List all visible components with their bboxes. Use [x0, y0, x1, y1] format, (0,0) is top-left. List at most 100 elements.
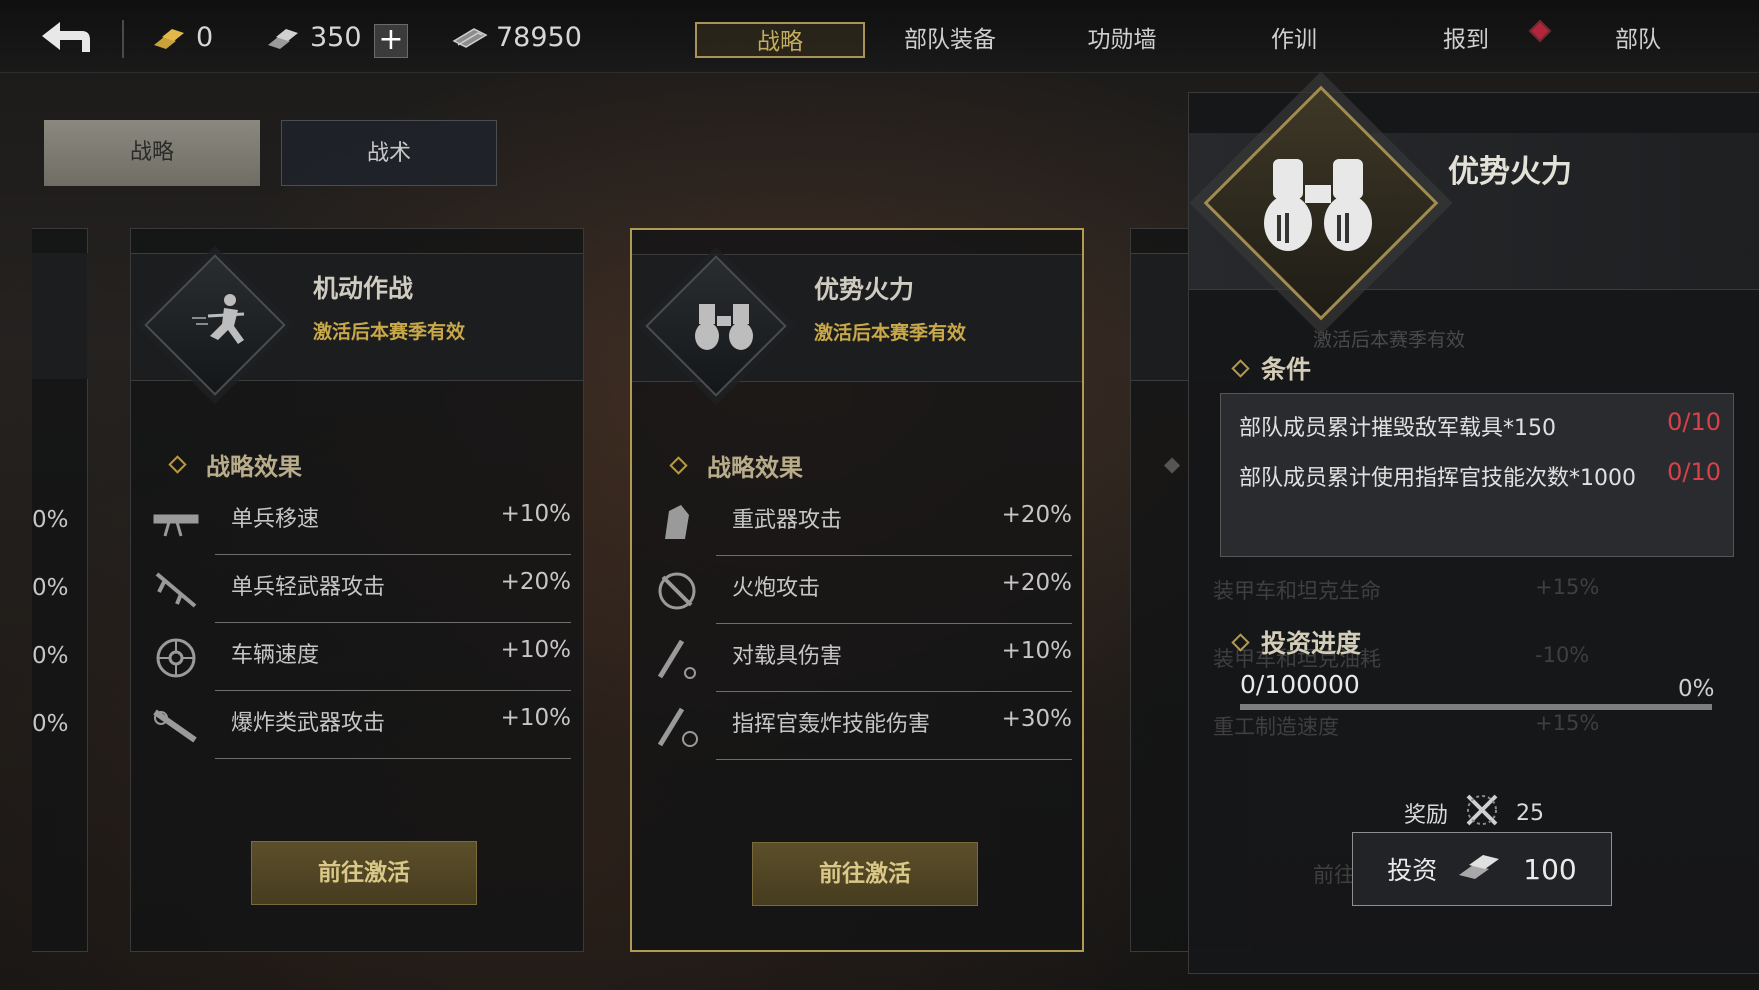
silver-bars-icon: [266, 23, 302, 53]
subtab-tactics[interactable]: 战术: [281, 120, 497, 186]
rocket-launcher-icon: [151, 703, 201, 749]
binoculars-icon: [1238, 120, 1398, 280]
faded-subtitle: 激活后本赛季有效: [1313, 329, 1466, 351]
faded-effect-value: +15%: [1535, 711, 1600, 735]
effect-name: 指挥官轰炸技能伤害: [732, 712, 931, 737]
effect-row: 对载具伤害 +10%: [652, 624, 1072, 692]
investment-progress-header: 投资进度: [1231, 624, 1361, 660]
effect-value: +10%: [500, 705, 571, 731]
faded-effect-value: -10%: [1535, 643, 1590, 667]
crossed-swords-icon: [1462, 790, 1502, 836]
effect-value: +10%: [500, 501, 571, 527]
add-silver-button[interactable]: +: [374, 24, 408, 58]
gold-bars-icon: [152, 23, 188, 53]
card-title: 优势火力: [814, 275, 915, 304]
effects-header: 战略效果: [168, 447, 302, 482]
faded-button: 前往: [1313, 863, 1355, 887]
diamond-bullet-icon: [669, 456, 688, 475]
mortar-icon: [652, 636, 702, 682]
invest-button[interactable]: 投资 100: [1352, 832, 1612, 906]
effect-name: 重武器攻击: [732, 508, 843, 533]
silver-resource: 350: [266, 20, 362, 56]
top-bar: 0 350 + 78950 战略 部队装备 功勋墙 作训 报到 部队: [0, 0, 1759, 73]
diamond-bullet-icon: [1231, 358, 1250, 378]
cash-resource: 78950: [452, 20, 582, 56]
effect-value: +30%: [1001, 706, 1072, 732]
tab-merit-wall[interactable]: 功勋墙: [1037, 22, 1207, 58]
diamond-bullet-icon: [168, 455, 187, 474]
effect-name: 单兵轻武器攻击: [231, 575, 386, 600]
silver-bars-icon: [1457, 847, 1503, 891]
divider: [122, 20, 124, 58]
effect-value: +10%: [1001, 638, 1072, 664]
tab-training[interactable]: 作训: [1209, 22, 1379, 58]
effect-row: 爆炸类武器攻击 +10%: [151, 691, 571, 759]
effect-row: 火炮攻击 +20%: [652, 556, 1072, 624]
tab-check-in[interactable]: 报到: [1381, 22, 1551, 58]
partial-diamond-bullet-icon: ◆: [1164, 452, 1181, 476]
faded-effect: 重工制造速度: [1213, 715, 1339, 739]
effect-value: +10%: [500, 637, 571, 663]
card-subtitle: 激活后本赛季有效: [313, 321, 466, 343]
subtab-strategy[interactable]: 战略: [44, 120, 260, 186]
card-subtitle: 激活后本赛季有效: [814, 322, 967, 344]
partial-card-left[interactable]: 0% 0% 0% 0%: [32, 228, 88, 952]
partial-card-head: [32, 253, 88, 379]
effect-value: +20%: [500, 569, 571, 595]
artillery-icon: [652, 568, 702, 614]
effects-header: 战略效果: [669, 448, 803, 483]
cash-icon: [452, 23, 488, 53]
investment-progress-bar: [1240, 704, 1712, 710]
condition-progress: 0/10: [1667, 408, 1721, 436]
divider: [215, 758, 571, 759]
faded-effect-value: +15%: [1535, 575, 1600, 599]
reward-label: 奖励: [1404, 803, 1449, 828]
tab-unit[interactable]: 部队: [1553, 22, 1723, 58]
machine-gun-icon: [151, 499, 201, 545]
back-arrow-icon[interactable]: [38, 18, 98, 58]
effect-value: +20%: [1001, 570, 1072, 596]
reward-amount: 25: [1516, 800, 1545, 826]
rifle-icon: [151, 567, 201, 613]
partial-value: 0%: [32, 711, 69, 737]
partial-value: 0%: [32, 643, 69, 669]
partial-value: 0%: [32, 507, 69, 533]
activate-button[interactable]: 前往激活: [251, 841, 477, 905]
condition-progress: 0/10: [1667, 458, 1721, 486]
faded-effect: 装甲车和坦克生命: [1213, 579, 1381, 603]
effect-name: 爆炸类武器攻击: [231, 711, 386, 736]
strategy-card-mobile-warfare[interactable]: 机动作战 激活后本赛季有效 战略效果 单兵移速 +10% 单兵轻武器攻击 +20…: [130, 228, 584, 952]
activate-button[interactable]: 前往激活: [752, 842, 978, 906]
effect-name: 单兵移速: [231, 507, 320, 532]
tab-strategy[interactable]: 战略: [695, 22, 865, 58]
gold-resource: 0: [152, 20, 213, 56]
effect-row: 车辆速度 +10%: [151, 623, 571, 691]
diamond-bullet-icon: [1231, 632, 1250, 652]
mortar-timer-icon: [652, 704, 702, 750]
divider: [716, 759, 1072, 760]
condition-text: 部队成员累计使用指挥官技能次数*1000: [1239, 466, 1636, 491]
card-title: 机动作战: [313, 274, 414, 303]
condition-text: 部队成员累计摧毁敌军载具*150: [1239, 416, 1556, 441]
running-soldier-icon: [175, 275, 271, 371]
tab-unit-equipment[interactable]: 部队装备: [865, 22, 1035, 58]
effect-name: 火炮攻击: [732, 576, 821, 601]
investment-progress-value: 0/100000: [1240, 670, 1360, 699]
investment-progress-percent: 0%: [1678, 676, 1715, 702]
reward: 奖励 25: [1404, 790, 1544, 836]
strategy-card-superior-firepower[interactable]: 优势火力 激活后本赛季有效 战略效果 重武器攻击 +20% 火炮攻击 +20% …: [630, 228, 1084, 952]
effect-name: 车辆速度: [231, 643, 320, 668]
wheel-icon: [151, 635, 201, 681]
effect-row: 单兵轻武器攻击 +20%: [151, 555, 571, 623]
conditions-box: 部队成员累计摧毁敌军载具*150 0/10 部队成员累计使用指挥官技能次数*10…: [1220, 393, 1734, 557]
effect-row: 重武器攻击 +20%: [652, 488, 1072, 556]
partial-value: 0%: [32, 575, 69, 601]
invest-cost: 100: [1523, 852, 1577, 886]
silver-amount: 350: [310, 22, 362, 53]
effect-row: 单兵移速 +10%: [151, 487, 571, 555]
effect-row: 指挥官轰炸技能伤害 +30%: [652, 692, 1072, 760]
effect-name: 对载具伤害: [732, 644, 843, 669]
binoculars-icon: [676, 276, 772, 372]
heavy-weapon-icon: [652, 500, 702, 546]
cash-amount: 78950: [496, 22, 582, 53]
